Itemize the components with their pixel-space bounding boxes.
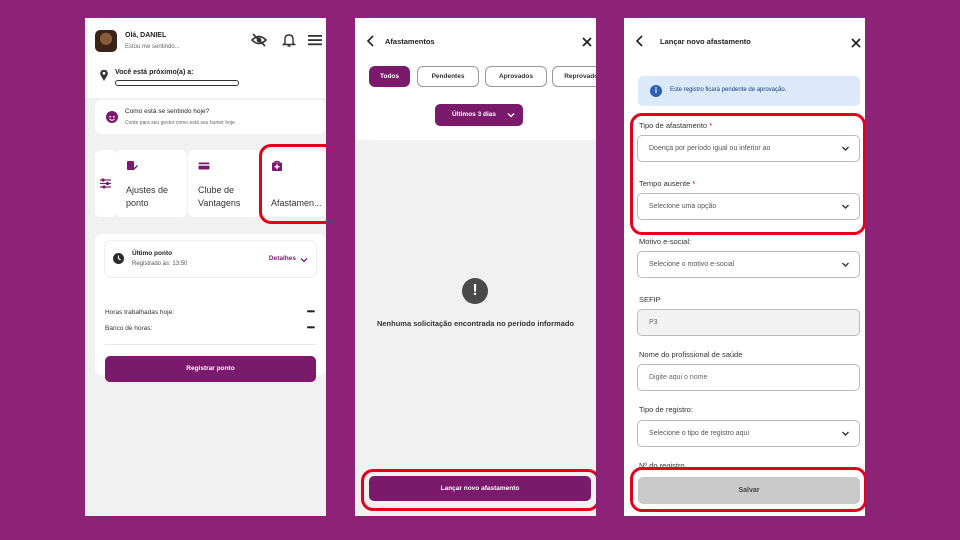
chevron-down-icon[interactable] [300, 256, 308, 264]
location-label: Você está próximo(a) a: [115, 69, 194, 76]
bell-icon[interactable] [281, 32, 297, 48]
highlight-box-save [630, 467, 865, 512]
period-filter-label: Últimos 3 dias [451, 111, 497, 118]
shortcut-ajustes-ponto[interactable]: Ajustes de ponto [116, 150, 187, 217]
health-professional-input[interactable]: Digite aqui o nome [637, 364, 860, 391]
registro-tipo-label: Tipo de registro: [639, 405, 693, 414]
tab-aprovados[interactable]: Aprovados [485, 66, 547, 87]
eye-off-icon[interactable] [251, 32, 267, 48]
registro-tipo-select[interactable]: Selecione o tipo de registro aqui [637, 420, 860, 447]
empty-message: Nenhuma solicitação encontrada no períod… [376, 319, 575, 328]
motivo-esocial-select[interactable]: Selecione o motivo e-social [637, 251, 860, 278]
smile-icon [106, 111, 118, 123]
hour-bank-value: •••• [306, 323, 315, 332]
last-punch-time: Registrado às: 13:50 [132, 261, 188, 267]
card-icon [198, 162, 210, 170]
highlight-box-afastamentos [259, 144, 326, 224]
hours-today-label: Horas trabalhadas hoje: [105, 309, 175, 316]
shortcut-label: Ajustes de ponto [126, 185, 169, 208]
greeting: Olá, DANIEL [125, 32, 167, 39]
registro-tipo-placeholder: Selecione o tipo de registro aqui [649, 430, 750, 437]
mood-card-title: Como está se sentindo hoje? [125, 108, 210, 115]
chevron-down-icon [842, 431, 849, 436]
highlight-box-new-absence [361, 469, 596, 511]
page-title: Afastamentos [385, 37, 435, 46]
last-punch-row[interactable]: Último ponto Registrado às: 13:50 Detalh… [105, 241, 316, 277]
last-punch-title: Último ponto [132, 250, 173, 257]
sefip-label: SEFIP [639, 295, 661, 304]
info-text: Este registro ficará pendente de aprovaç… [670, 87, 787, 93]
sliders-icon [100, 178, 111, 189]
hour-bank-label: Banco de horas: [105, 325, 153, 332]
location-value [115, 80, 239, 86]
chevron-down-icon [842, 262, 849, 267]
location-pin-icon [100, 69, 108, 81]
sefip-field[interactable]: P3 [637, 309, 860, 336]
last-punch-card: Último ponto Registrado às: 13:50 Detalh… [95, 234, 326, 382]
details-link[interactable]: Detalhes [269, 255, 296, 262]
close-icon[interactable] [850, 37, 862, 49]
divider [105, 344, 316, 345]
home-screen: Olá, DANIEL Estou me sentindo... Você es… [85, 18, 326, 516]
new-absence-screen: Lançar novo afastamento i Este registro … [624, 18, 865, 516]
absences-screen: Afastamentos Todos Pendentes Aprovados R… [355, 18, 596, 516]
back-icon[interactable] [635, 35, 645, 47]
tab-todos[interactable]: Todos [369, 66, 410, 87]
results-area: ! Nenhuma solicitação encontrada no perí… [355, 140, 596, 516]
page-title: Lançar novo afastamento [660, 37, 751, 46]
info-icon: i [650, 85, 662, 97]
shortcut-clube-vantagens[interactable]: Clube de Vantagens [188, 150, 260, 217]
close-icon[interactable] [581, 36, 593, 48]
back-icon[interactable] [366, 35, 376, 47]
info-banner: i Este registro ficará pendente de aprov… [638, 76, 860, 106]
motivo-esocial-label: Motivo e-social: [639, 237, 692, 246]
settings-tile[interactable] [95, 150, 117, 217]
tab-pendentes[interactable]: Pendentes [417, 66, 479, 87]
register-punch-button[interactable]: Registrar ponto [105, 356, 316, 382]
period-filter-button[interactable]: Últimos 3 dias [435, 104, 523, 126]
avatar[interactable] [95, 30, 117, 52]
highlight-box-required-fields [630, 113, 865, 235]
clock-icon [113, 253, 124, 264]
hours-today-value: •••• [306, 307, 315, 316]
tab-reprovados[interactable]: Reprovados [552, 66, 596, 87]
alert-icon: ! [462, 278, 488, 304]
edit-clock-icon [127, 161, 138, 171]
menu-icon[interactable] [307, 32, 323, 48]
home-header: Olá, DANIEL Estou me sentindo... Você es… [85, 18, 326, 98]
chevron-down-icon [507, 113, 515, 118]
mood-card[interactable]: Como está se sentindo hoje? Conte para s… [95, 100, 326, 134]
mood-card-subtitle: Conte para seu gestor como está seu humo… [125, 120, 237, 126]
motivo-esocial-placeholder: Selecione o motivo e-social [649, 261, 735, 268]
shortcut-label: Clube de Vantagens [198, 185, 241, 208]
mood-status[interactable]: Estou me sentindo... [125, 44, 180, 50]
health-professional-label: Nome do profissional de saúde [639, 350, 743, 359]
